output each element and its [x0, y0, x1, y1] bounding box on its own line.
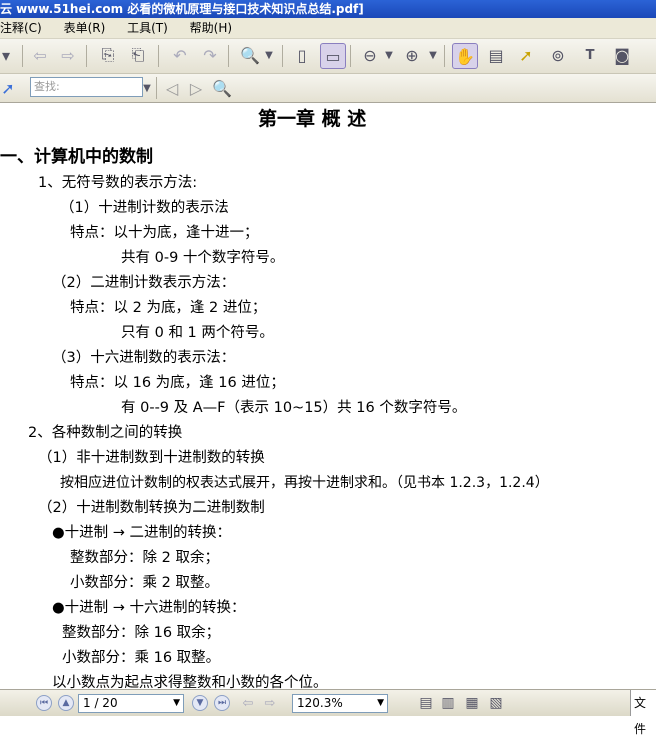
text-line: 小数部分：乘 16 取整。 — [62, 650, 221, 666]
fit-page-icon[interactable]: ▯ — [290, 43, 314, 67]
find-previous-icon[interactable]: ◁ — [160, 76, 184, 100]
text-line: 以小数点为起点求得整数和小数的各个位。 — [52, 675, 328, 689]
chevron-down-icon[interactable]: ▼ — [382, 43, 396, 67]
text-line: 有 0--9 及 A—F（表示 10~15）共 16 个数字符号。 — [121, 400, 467, 416]
text-line: （1）非十进制数到十进制数的转换 — [38, 450, 265, 466]
continuous-facing-icon[interactable]: ▧ — [484, 691, 508, 715]
next-page-icon[interactable]: ▼ — [192, 695, 208, 711]
text-line: 1、无符号数的表示方法: — [38, 175, 198, 191]
main-toolbar: ▾ ⇦ ⇨ ⎘ ⎗ ↶ ↷ 🔍 ▼ ▯ ▭ ⊖ ▼ ⊕ ▼ ✋ ▤ ➚ ⊚ T … — [0, 39, 656, 74]
snapshot-camera-icon[interactable]: ◙ — [610, 43, 634, 67]
taskbar-file-label[interactable]: 文件 — [630, 690, 656, 736]
text-line: 共有 0-9 十个数字符号。 — [121, 250, 285, 266]
menu-item-form[interactable]: 表单(R) — [64, 21, 106, 35]
secondary-toolbar: ➚ 查找: ▼ ◁ ▷ 🔍 — [0, 74, 656, 103]
text-line: 整数部分：除 16 取余； — [62, 625, 221, 641]
forward-arrow-icon[interactable]: ⇨ — [56, 43, 80, 67]
continuous-page-icon[interactable]: ▥ — [436, 691, 460, 715]
text-line: 特点：以十为底，逢十进一； — [70, 225, 259, 241]
menu-item-help[interactable]: 帮助(H) — [190, 21, 232, 35]
find-next-icon[interactable]: ▷ — [184, 76, 208, 100]
toolbar-separator — [22, 45, 23, 67]
arrow-icon[interactable]: ➚ — [0, 76, 20, 100]
single-page-icon[interactable]: ▤ — [414, 691, 438, 715]
text-line: 2、各种数制之间的转换 — [28, 425, 183, 441]
fit-width-icon[interactable]: ▭ — [320, 43, 346, 69]
text-line: 按相应进位计数制的权表达式展开，再按十进制求和。（见书本 1.2.3，1.2.4… — [60, 475, 549, 491]
search-options-icon[interactable]: 🔍 — [210, 76, 234, 100]
toolbar-separator — [158, 45, 159, 67]
zoom-level: 120.3% — [297, 696, 343, 710]
facing-pages-icon[interactable]: ▦ — [460, 691, 484, 715]
back-arrow-icon[interactable]: ⇦ — [236, 691, 260, 715]
toolbar-separator — [282, 45, 283, 67]
chevron-down-icon[interactable]: ▼ — [140, 76, 154, 100]
chevron-down-icon[interactable]: ▼ — [173, 695, 180, 712]
hand-tool-icon[interactable]: ✋ — [452, 43, 478, 69]
window-title-bar: 云 www.51hei.com 必看的微机原理与接口技术知识点总结.pdf] — [0, 0, 656, 18]
text-line: 特点：以 16 为底，逢 16 进位； — [70, 375, 285, 391]
chevron-down-icon[interactable]: ▼ — [262, 43, 276, 67]
redo-icon[interactable]: ↷ — [198, 43, 222, 67]
binoculars-icon[interactable]: ⊚ — [546, 43, 570, 67]
search-input[interactable]: 查找: — [30, 77, 143, 97]
text-line: （2）二进制计数表示方法： — [52, 275, 236, 291]
text-line: （1）十进制计数的表示法 — [60, 200, 229, 216]
back-arrow-icon[interactable]: ⇦ — [28, 43, 52, 67]
page-number-field[interactable]: 1 / 20 ▼ — [78, 694, 184, 713]
window-title: 云 www.51hei.com 必看的微机原理与接口技术知识点总结.pdf] — [0, 2, 364, 16]
menu-item-annotate[interactable]: 注释(C) — [0, 21, 42, 35]
text-line: （2）十进制数制转换为二进制数制 — [38, 500, 265, 516]
document-page: 第一章 概 述 一、计算机中的数制 1、无符号数的表示方法: （1）十进制计数的… — [0, 103, 656, 689]
undo-icon[interactable]: ↶ — [168, 43, 192, 67]
page-extract-icon[interactable]: ⎗ — [126, 43, 150, 67]
section-title: 一、计算机中的数制 — [0, 147, 153, 167]
text-tool-icon[interactable]: T — [578, 43, 602, 67]
page-indicator: 1 / 20 — [83, 696, 118, 710]
text-line: ●十进制 → 二进制的转换： — [52, 525, 232, 541]
toolbar-separator — [228, 45, 229, 67]
previous-page-icon[interactable]: ▲ — [58, 695, 74, 711]
status-bar: ⏮ ▲ 1 / 20 ▼ ▼ ⏭ ⇦ ⇨ 120.3% ▼ ▤ ▥ ▦ ▧ 文件 — [0, 689, 656, 736]
zoom-field[interactable]: 120.3% ▼ — [292, 694, 388, 713]
toolbar-separator — [350, 45, 351, 67]
pointer-icon[interactable]: ➚ — [514, 43, 538, 67]
menu-bar: 注释(C) 表单(R) 工具(T) 帮助(H) — [0, 18, 656, 39]
toolbar-separator — [86, 45, 87, 67]
text-line: 小数部分：乘 2 取整。 — [70, 575, 219, 591]
select-text-icon[interactable]: ▤ — [484, 43, 508, 67]
text-line: 整数部分：除 2 取余； — [70, 550, 219, 566]
zoom-out-icon[interactable]: ⊖ — [358, 43, 382, 67]
last-page-icon[interactable]: ⏭ — [214, 695, 230, 711]
text-line: 只有 0 和 1 两个符号。 — [121, 325, 274, 341]
zoom-magnifier-icon[interactable]: 🔍 — [238, 43, 262, 67]
chapter-title: 第一章 概 述 — [258, 108, 367, 130]
text-line: ●十进制 → 十六进制的转换： — [52, 600, 246, 616]
zoom-in-icon[interactable]: ⊕ — [400, 43, 424, 67]
text-line: （3）十六进制数的表示法： — [52, 350, 236, 366]
page-insert-icon[interactable]: ⎘ — [96, 43, 120, 67]
forward-arrow-icon[interactable]: ⇨ — [258, 691, 282, 715]
chevron-down-icon[interactable]: ▼ — [426, 43, 440, 67]
chevron-down-icon[interactable]: ▼ — [377, 695, 384, 712]
first-page-icon[interactable]: ⏮ — [36, 695, 52, 711]
toolbar-separator — [156, 77, 157, 99]
dropdown-arrow-icon[interactable]: ▾ — [0, 43, 18, 67]
menu-item-tools[interactable]: 工具(T) — [127, 21, 168, 35]
toolbar-separator — [444, 45, 445, 67]
text-line: 特点：以 2 为底，逢 2 进位； — [70, 300, 267, 316]
